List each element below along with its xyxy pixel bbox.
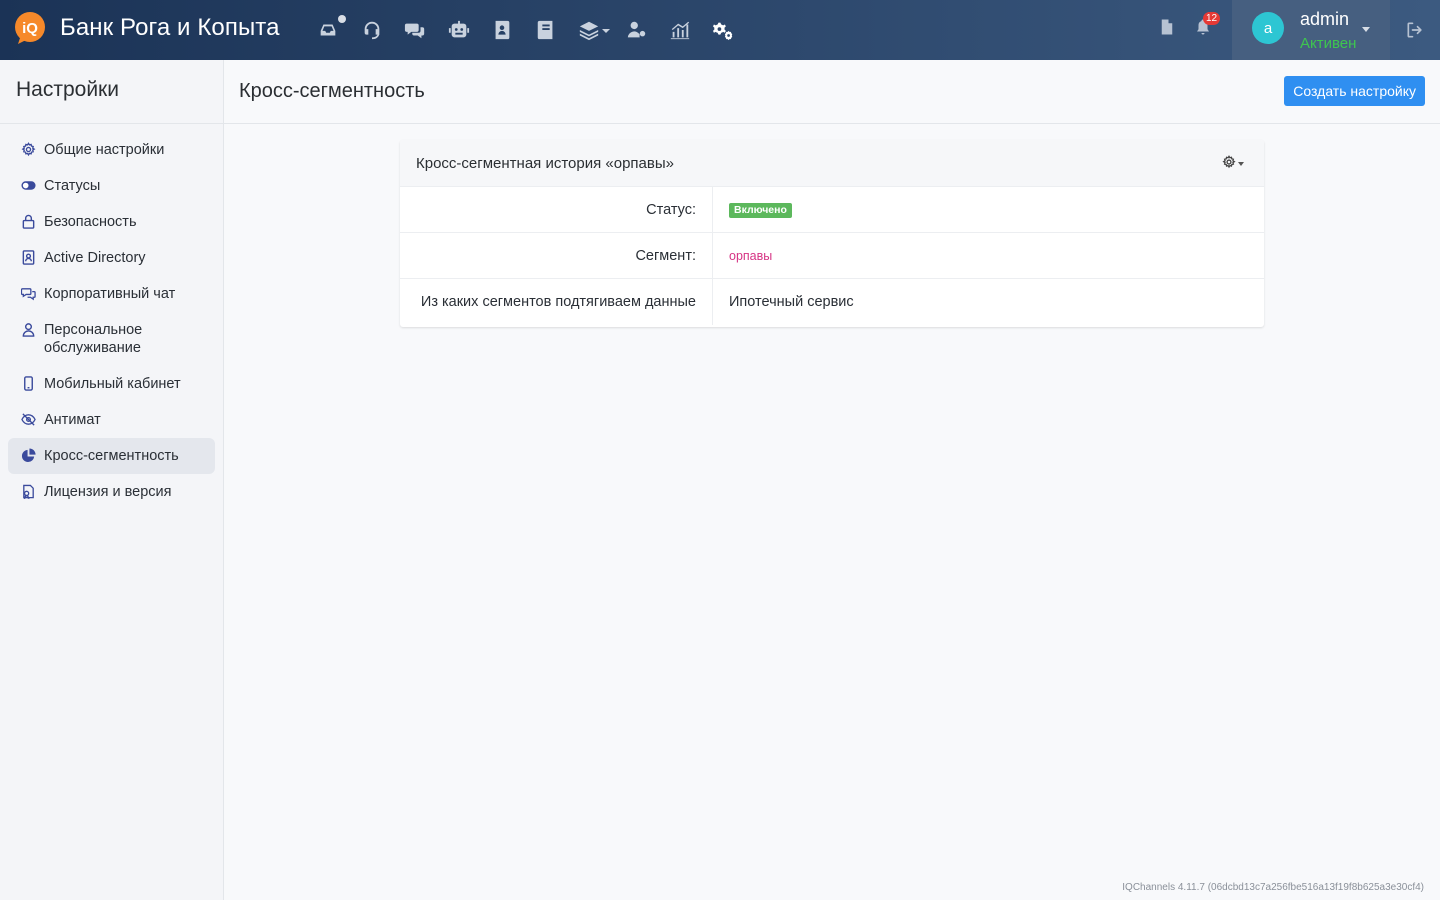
- document-icon[interactable]: [1158, 18, 1180, 40]
- gear-icon: [21, 142, 36, 157]
- gear-icon: [1222, 154, 1236, 174]
- robot-icon[interactable]: [447, 18, 471, 42]
- avatar: a: [1252, 12, 1284, 44]
- sidebar-item-label: Корпоративный чат: [44, 286, 176, 302]
- sidebar-item-label: Персональное обслуживание: [44, 322, 143, 356]
- brand-name[interactable]: Банк Рога и Копыта: [60, 14, 280, 42]
- status-row: Статус: Включено: [400, 187, 1264, 233]
- eye-slash-icon: [21, 412, 36, 427]
- sidebar-divider: [0, 123, 224, 124]
- user-status: Активен: [1300, 35, 1357, 52]
- sidebar: Настройки Общие настройки Статусы Безопа…: [0, 60, 224, 900]
- segment-link[interactable]: орпавы: [729, 249, 772, 263]
- analytics-icon[interactable]: [668, 18, 692, 42]
- card-title: Кросс-сегментная история «орпавы»: [416, 155, 674, 172]
- user-icon: [21, 322, 36, 337]
- sidebar-item-corporate-chat[interactable]: Корпоративный чат: [8, 276, 215, 312]
- sidebar-item-antimat[interactable]: Антимат: [8, 402, 215, 438]
- book-icon[interactable]: [534, 18, 558, 42]
- segment-row: Сегмент: орпавы: [400, 233, 1264, 279]
- sidebar-item-label: Общие настройки: [44, 142, 165, 158]
- logo-text: iQ: [22, 20, 38, 37]
- sidebar-item-label: Active Directory: [44, 250, 146, 266]
- chevron-down-icon: [1362, 27, 1370, 32]
- inbox-icon[interactable]: [316, 15, 346, 42]
- sidebar-item-statuses[interactable]: Статусы: [8, 168, 215, 204]
- settings-menu: Общие настройки Статусы Безопасность Act…: [8, 132, 215, 510]
- logout-icon[interactable]: [1390, 0, 1440, 60]
- user-name: admin: [1300, 9, 1350, 29]
- license-icon: [21, 484, 36, 500]
- chat-icon[interactable]: [403, 18, 427, 42]
- pie-icon: [21, 448, 36, 463]
- status-badge: Включено: [729, 202, 792, 218]
- sidebar-item-label: Безопасность: [44, 214, 137, 230]
- sidebar-item-license[interactable]: Лицензия и версия: [8, 474, 215, 510]
- source-segments-value: Ипотечный сервис: [729, 294, 854, 310]
- inbox-indicator-dot: [338, 15, 346, 23]
- contacts-icon[interactable]: [490, 18, 514, 42]
- top-navbar: iQ Банк Рога и Копыта 12 a admin Активен: [0, 0, 1440, 60]
- user-menu[interactable]: a admin Активен: [1232, 0, 1390, 60]
- card-header: Кросс-сегментная история «орпавы»: [400, 140, 1264, 187]
- bell-icon[interactable]: 12: [1194, 12, 1221, 40]
- status-value: Включено: [713, 187, 1264, 232]
- layers-icon[interactable]: [577, 18, 610, 42]
- headset-icon[interactable]: [360, 18, 384, 42]
- app-logo-icon[interactable]: iQ: [14, 12, 46, 44]
- segment-label: Сегмент:: [400, 233, 713, 278]
- sidebar-item-general[interactable]: Общие настройки: [8, 132, 215, 168]
- sidebar-item-personal-service[interactable]: Персональное обслуживание: [8, 312, 215, 366]
- settings-icon[interactable]: [712, 18, 736, 42]
- card-settings-dropdown[interactable]: [1222, 154, 1246, 174]
- status-label: Статус:: [400, 187, 713, 232]
- sidebar-item-label: Статусы: [44, 178, 101, 194]
- segment-value: орпавы: [713, 233, 1264, 278]
- source-segments-row: Из каких сегментов подтягиваем данные Ип…: [400, 279, 1264, 325]
- cross-segment-card: Кросс-сегментная история «орпавы» Статус…: [400, 140, 1264, 327]
- page-title: Кросс-сегментность: [239, 80, 425, 102]
- version-footer: IQChannels 4.11.7 (06dcbd13c7a256fbe516a…: [1122, 882, 1424, 893]
- contact-card-icon: [21, 250, 36, 265]
- sidebar-item-mobile-cabinet[interactable]: Мобильный кабинет: [8, 366, 215, 402]
- sidebar-item-label: Антимат: [44, 412, 101, 428]
- chat-icon: [20, 286, 36, 301]
- create-setting-button[interactable]: Создать настройку: [1284, 76, 1425, 106]
- sidebar-title: Настройки: [16, 78, 119, 101]
- sidebar-item-security[interactable]: Безопасность: [8, 204, 215, 240]
- sidebar-item-label: Кросс-сегментность: [44, 448, 179, 464]
- notifications-count-badge: 12: [1203, 12, 1221, 25]
- lock-icon: [21, 214, 36, 229]
- source-segments-label: Из каких сегментов подтягиваем данные: [400, 279, 713, 325]
- sidebar-item-label: Мобильный кабинет: [44, 376, 181, 392]
- main-nav: [316, 15, 755, 44]
- sidebar-item-label: Лицензия и версия: [44, 484, 172, 500]
- toggle-icon: [21, 178, 36, 193]
- phone-icon: [21, 376, 36, 391]
- sidebar-item-cross-segment[interactable]: Кросс-сегментность: [8, 438, 215, 474]
- content-header: Кросс-сегментность Создать настройку: [224, 60, 1440, 124]
- sidebar-item-active-directory[interactable]: Active Directory: [8, 240, 215, 276]
- user-settings-icon[interactable]: [625, 18, 649, 42]
